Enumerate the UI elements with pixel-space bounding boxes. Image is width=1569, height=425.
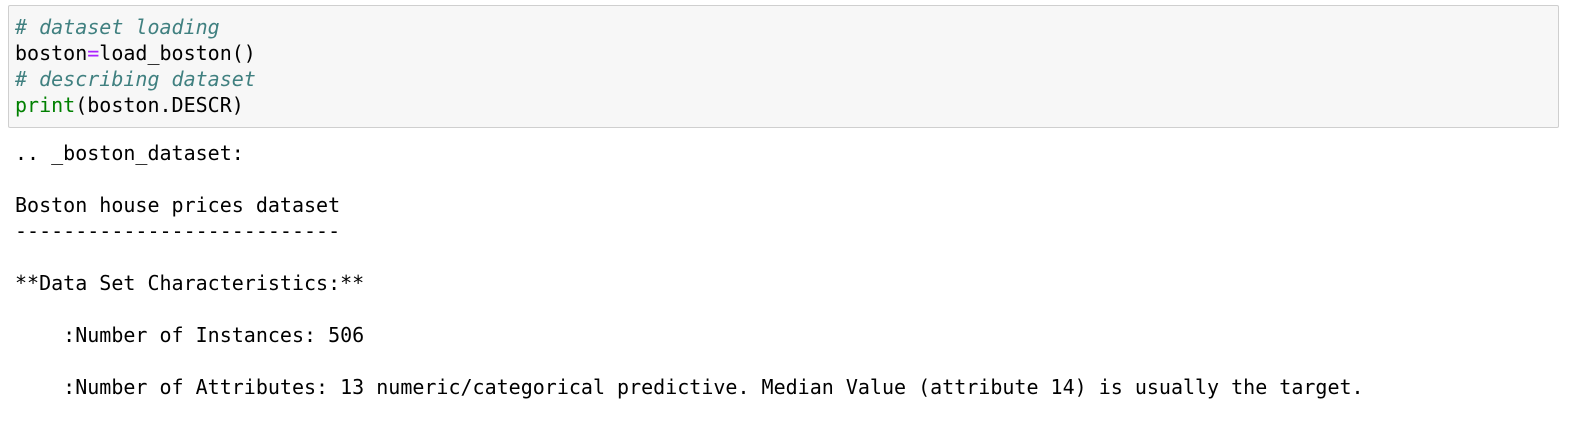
code-builtin-print: print: [15, 93, 76, 117]
output-line: ---------------------------: [15, 219, 341, 243]
output-line-blank: [15, 166, 1555, 192]
code-line-comment-loading: # dataset loading: [15, 14, 1558, 40]
code-comment: # dataset loading: [15, 15, 220, 39]
code-variable: boston: [15, 41, 88, 65]
output-line: .. _boston_dataset:: [15, 141, 244, 165]
code-line-assignment: boston=load_boston(): [15, 40, 1558, 66]
code-operator: =: [87, 41, 100, 65]
output-line: :Number of Instances: 506: [15, 323, 365, 347]
output-line: Boston house prices dataset: [15, 193, 341, 217]
code-line-comment-describing: # describing dataset: [15, 66, 1558, 92]
output-line: :Number of Attributes: 13 numeric/catego…: [15, 375, 1364, 399]
cell-output-area: .. _boston_dataset: Boston house prices …: [15, 140, 1555, 400]
code-function-call: load_boston(): [99, 41, 256, 65]
output-line-blank: [15, 348, 1555, 374]
output-line: **Data Set Characteristics:**: [15, 271, 365, 295]
code-line-print: print(boston.DESCR): [15, 92, 1558, 118]
code-print-args: (boston.DESCR): [75, 93, 244, 117]
output-line-blank: [15, 296, 1555, 322]
code-comment: # describing dataset: [15, 67, 256, 91]
code-cell-input[interactable]: # dataset loading boston=load_boston() #…: [8, 5, 1559, 128]
output-line-blank: [15, 244, 1555, 270]
